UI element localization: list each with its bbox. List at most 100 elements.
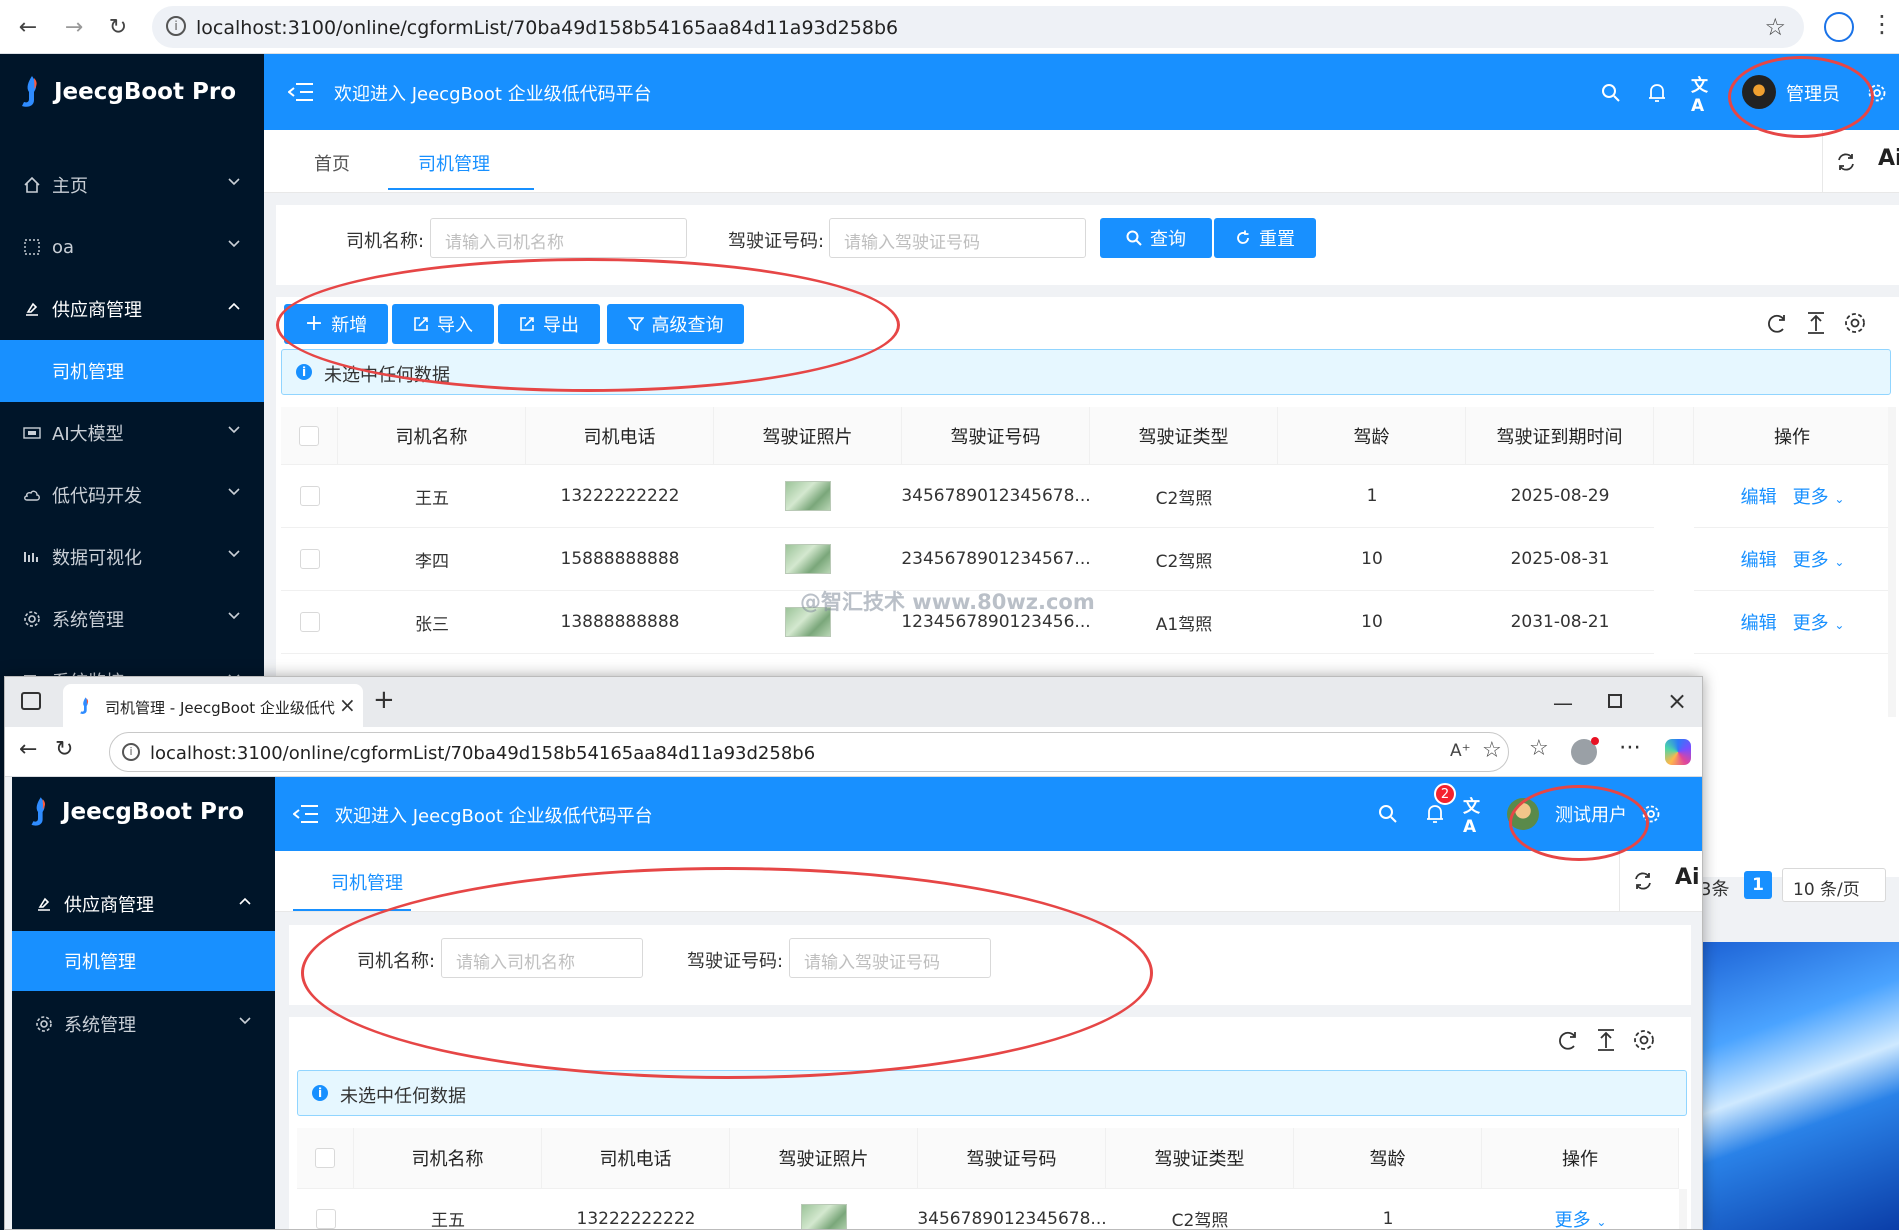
minimize-icon[interactable]: — <box>1553 691 1573 715</box>
license-photo-thumbnail[interactable] <box>785 544 831 574</box>
select-all-checkbox[interactable] <box>315 1148 335 1168</box>
front-browser-tab[interactable]: 司机管理 - JeecgBoot 企业级低代 × <box>63 684 363 727</box>
ai-button[interactable]: Ai <box>1675 865 1700 890</box>
edit-link[interactable]: 编辑 <box>1741 609 1777 635</box>
table-cell: 3456789012345678... <box>902 465 1090 528</box>
column-header[interactable]: 驾龄 <box>1278 407 1466 465</box>
sidebar-item-driver[interactable]: 司机管理 <box>12 931 275 991</box>
selection-alert-text: 未选中任何数据 <box>340 1086 466 1107</box>
more-link[interactable]: 更多 ⌄ <box>1555 1206 1607 1230</box>
row-checkbox[interactable] <box>315 1208 336 1229</box>
back-arrow-icon[interactable]: ← <box>14 13 42 41</box>
bell-icon[interactable] <box>1644 80 1670 106</box>
tab-driver[interactable]: 司机管理 <box>418 150 490 176</box>
column-settings-icon[interactable] <box>1843 311 1867 335</box>
edit-link[interactable]: 编辑 <box>1741 546 1777 572</box>
page-size-select[interactable]: 10 条/页 <box>1782 868 1886 902</box>
translate-icon[interactable]: 文A <box>1691 76 1717 116</box>
column-header[interactable]: 驾龄 <box>1294 1128 1482 1189</box>
sidebar-item-ai[interactable]: AI大模型 <box>0 402 264 464</box>
pagination-total: 3条 <box>1700 879 1730 900</box>
table-scrollbar[interactable] <box>1888 407 1896 717</box>
column-header[interactable]: 驾驶证类型 <box>1090 407 1278 465</box>
reload-icon[interactable]: ↻ <box>104 13 132 41</box>
sidebar-item-supplier[interactable]: 供应商管理 <box>12 873 275 935</box>
chevron-down-icon <box>228 550 240 558</box>
density-icon[interactable] <box>1805 311 1827 335</box>
search-icon[interactable] <box>1598 80 1624 106</box>
sidebar-item-driver[interactable]: 司机管理 <box>0 340 264 402</box>
more-menu-icon[interactable]: ⋯ <box>1619 735 1641 760</box>
ai-button[interactable]: Ai <box>1878 146 1899 171</box>
forward-arrow-icon[interactable]: → <box>60 13 88 41</box>
reload-table-icon[interactable] <box>1557 1030 1579 1052</box>
column-header[interactable]: 驾驶证照片 <box>714 407 902 465</box>
maximize-icon[interactable] <box>1608 694 1622 708</box>
column-header[interactable]: 驾驶证号码 <box>902 407 1090 465</box>
density-icon[interactable] <box>1595 1028 1617 1052</box>
sidebar-item-oa[interactable]: oa <box>0 216 264 278</box>
row-checkbox[interactable] <box>299 549 320 569</box>
column-header[interactable]: 驾驶证类型 <box>1106 1128 1294 1189</box>
site-info-icon[interactable]: i <box>166 16 186 36</box>
bookmark-star-icon[interactable]: ☆ <box>1764 13 1786 41</box>
column-header[interactable]: 司机名称 <box>338 407 526 465</box>
back-logo[interactable]: JeecgBoot Pro <box>16 74 236 110</box>
column-header[interactable]: 操作 <box>1694 407 1891 465</box>
sidebar-item-system[interactable]: 系统管理 <box>0 588 264 650</box>
close-window-icon[interactable]: × <box>1667 687 1687 715</box>
close-tab-icon[interactable]: × <box>339 693 356 717</box>
more-link[interactable]: 更多 ⌄ <box>1793 609 1845 635</box>
column-settings-icon[interactable] <box>1632 1028 1656 1052</box>
favorite-star-icon[interactable]: ☆ <box>1482 738 1502 763</box>
new-tab-icon[interactable]: + <box>373 685 395 715</box>
refresh-icon[interactable] <box>1836 152 1856 172</box>
menu-fold-icon[interactable] <box>288 82 314 102</box>
pagination-page[interactable]: 1 <box>1744 871 1772 899</box>
profile-icon[interactable] <box>1824 12 1854 42</box>
back-arrow-icon[interactable]: ← <box>19 737 37 762</box>
row-checkbox[interactable] <box>299 486 320 506</box>
tab-actions-icon[interactable] <box>21 692 41 710</box>
column-header[interactable]: 驾驶证到期时间 <box>1466 407 1654 465</box>
column-header[interactable]: 司机电话 <box>526 407 714 465</box>
row-checkbox[interactable] <box>299 612 320 632</box>
sidebar-item-lowcode[interactable]: 低代码开发 <box>0 464 264 526</box>
sidebar-item-home[interactable]: 主页 <box>0 154 264 216</box>
site-info-icon[interactable]: i <box>122 743 140 761</box>
menu-fold-icon[interactable] <box>293 804 319 824</box>
column-header[interactable]: 司机名称 <box>354 1128 542 1189</box>
tab-driver[interactable]: 司机管理 <box>331 869 403 895</box>
reset-button[interactable]: 重置 <box>1214 218 1316 258</box>
copilot-icon[interactable] <box>1665 739 1691 765</box>
edit-link[interactable]: 编辑 <box>1741 483 1777 509</box>
front-address-bar[interactable]: i localhost:3100/online/cgformList/70ba4… <box>109 732 1509 772</box>
license-photo-thumbnail[interactable] <box>785 481 831 511</box>
reload-icon[interactable]: ↻ <box>55 737 73 762</box>
search-icon[interactable] <box>1375 801 1401 827</box>
license-photo-thumbnail[interactable] <box>801 1203 847 1229</box>
browser-menu-icon[interactable]: ⋮ <box>1870 10 1894 38</box>
column-header[interactable]: 驾驶证照片 <box>730 1128 918 1189</box>
favorites-icon[interactable]: ☆ <box>1529 736 1549 761</box>
column-header[interactable]: 司机电话 <box>542 1128 730 1189</box>
read-aloud-icon[interactable]: A⁺ <box>1450 741 1471 761</box>
column-header[interactable]: 操作 <box>1482 1128 1679 1189</box>
table-scrollbar[interactable] <box>1679 1189 1687 1229</box>
select-all-checkbox[interactable] <box>299 425 319 446</box>
sidebar-item-dataviz[interactable]: 数据可视化 <box>0 526 264 588</box>
back-address-bar[interactable]: i localhost:3100/online/cgformList/70ba4… <box>152 6 1804 48</box>
license-number-input[interactable]: 请输入驾驶证号码 <box>829 218 1086 258</box>
more-link[interactable]: 更多 ⌄ <box>1793 483 1845 509</box>
refresh-icon[interactable] <box>1633 871 1653 891</box>
translate-icon[interactable]: 文A <box>1463 797 1489 837</box>
sidebar-item-supplier[interactable]: 供应商管理 <box>0 278 264 340</box>
reload-table-icon[interactable] <box>1766 313 1788 335</box>
tab-home[interactable]: 首页 <box>314 150 350 176</box>
front-logo[interactable]: JeecgBoot Pro <box>26 795 244 829</box>
driver-name-input[interactable]: 请输入司机名称 <box>430 218 687 258</box>
more-link[interactable]: 更多 ⌄ <box>1793 546 1845 572</box>
column-header[interactable]: 驾驶证号码 <box>918 1128 1106 1189</box>
query-button[interactable]: 查询 <box>1100 218 1212 258</box>
sidebar-item-system[interactable]: 系统管理 <box>12 993 275 1055</box>
